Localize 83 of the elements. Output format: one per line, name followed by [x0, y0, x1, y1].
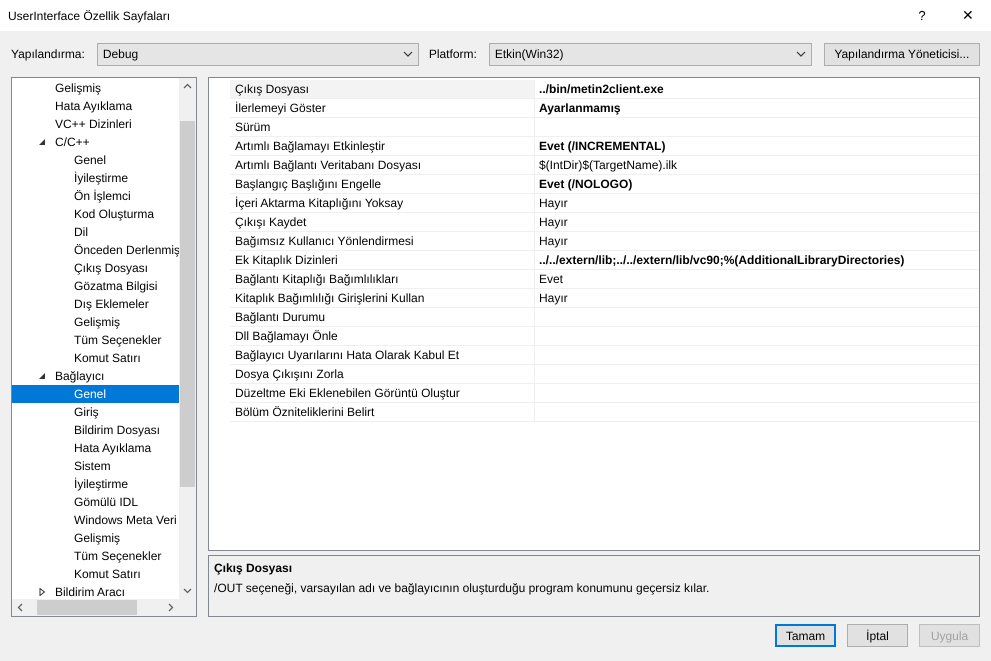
platform-dropdown[interactable]: Etkin(Win32) — [488, 42, 812, 66]
tree-item[interactable]: Giriş — [12, 403, 179, 421]
property-name[interactable]: Bağımsız Kullanıcı Yönlendirmesi — [230, 232, 534, 251]
tree-item[interactable]: Tüm Seçenekler — [12, 331, 179, 349]
empty-value-cell[interactable] — [534, 346, 979, 365]
empty-value-cell[interactable] — [534, 118, 979, 137]
property-value[interactable]: $(IntDir)$(TargetName).ilk — [534, 156, 979, 175]
expanded-triangle-icon[interactable] — [38, 138, 46, 146]
property-value[interactable]: ../../extern/lib;../../extern/lib/vc90;%(AdditionalLibraryDirectories) — [534, 251, 979, 270]
property-name[interactable]: Düzeltme Eki Eklenebilen Görüntü Oluştur — [230, 384, 534, 403]
property-name[interactable]: Artımlı Bağlantı Veritabanı Dosyası — [230, 156, 534, 175]
property-value[interactable]: Evet (/INCREMENTAL) — [534, 137, 979, 156]
tree-item[interactable]: İyileştirme — [12, 169, 179, 187]
tree-item[interactable]: Gelişmiş — [12, 529, 179, 547]
tree-item[interactable]: Hata Ayıklama — [12, 439, 179, 457]
configuration-manager-button[interactable]: Yapılandırma Yöneticisi... — [824, 42, 980, 66]
tree-item[interactable]: Bildirim Aracı — [12, 583, 179, 599]
platform-label: Platform: — [428, 46, 477, 63]
empty-value-cell[interactable] — [534, 384, 979, 403]
property-name[interactable]: Bölüm Özniteliklerini Belirt — [230, 403, 534, 422]
tree-item[interactable]: Komut Satırı — [12, 565, 179, 583]
dialog-button[interactable]: Tamam — [775, 624, 836, 647]
property-name[interactable]: Artımlı Bağlamayı Etkinleştir — [230, 137, 534, 156]
tree-item[interactable]: Kod Oluşturma — [12, 205, 179, 223]
property-name[interactable]: Bağlantı Durumu — [230, 308, 534, 327]
close-button[interactable]: ✕ — [945, 0, 991, 31]
property-value[interactable]: Hayır — [534, 213, 979, 232]
tree-item[interactable]: Gözatma Bilgisi — [12, 277, 179, 295]
description-text: /OUT seçeneği, varsayılan adı ve bağlayıcının oluşturduğu program konumunu geçersiz kılar. — [214, 580, 710, 598]
property-name[interactable]: Bağlayıcı Uyarılarını Hata Olarak Kabul Et — [230, 346, 534, 365]
horizontal-scrollbar[interactable] — [12, 599, 196, 616]
property-name[interactable]: Ek Kitaplık Dizinleri — [230, 251, 534, 270]
tree-item[interactable]: Windows Meta Veri — [12, 511, 179, 529]
scrollbar-thumb[interactable] — [180, 121, 195, 487]
tree-item[interactable]: Bildirim Dosyası — [12, 421, 179, 439]
property-value[interactable]: Hayır — [534, 232, 979, 251]
tree-item[interactable]: Bağlayıcı — [12, 367, 179, 385]
scrollbar-thumb[interactable] — [37, 600, 137, 615]
property-name[interactable]: Dosya Çıkışını Zorla — [230, 365, 534, 384]
property-value[interactable]: Evet — [534, 270, 979, 289]
property-name[interactable]: Bağlantı Kitaplığı Bağımlılıkları — [230, 270, 534, 289]
tree-item[interactable]: C/C++ — [12, 133, 179, 151]
property-name[interactable]: Sürüm — [230, 118, 534, 137]
tree-item[interactable]: Ön İşlemci — [12, 187, 179, 205]
expanded-triangle-icon[interactable] — [38, 372, 46, 380]
tree-item[interactable]: Çıkış Dosyası — [12, 259, 179, 277]
empty-value-cell[interactable] — [534, 403, 979, 422]
tree-item[interactable]: İyileştirme — [12, 475, 179, 493]
property-name[interactable]: Dll Bağlamayı Önle — [230, 327, 534, 346]
description-title: Çıkış Dosyası — [214, 560, 294, 578]
tree-item[interactable]: Hata Ayıklama — [12, 97, 179, 115]
property-value[interactable]: ../bin/metin2client.exe — [534, 80, 979, 99]
property-name[interactable]: Çıkışı Kaydet — [230, 213, 534, 232]
empty-value-cell[interactable] — [534, 365, 979, 384]
collapsed-triangle-icon[interactable] — [38, 588, 46, 596]
empty-value-cell[interactable] — [534, 327, 979, 346]
tree-item[interactable]: Tüm Seçenekler — [12, 547, 179, 565]
tree-item[interactable]: Dış Eklemeler — [12, 295, 179, 313]
tree-item[interactable]: Sistem — [12, 457, 179, 475]
dialog-button[interactable]: İptal — [847, 624, 908, 647]
tree-item[interactable]: Genel — [12, 151, 179, 169]
property-name[interactable]: İçeri Aktarma Kitaplığını Yoksay — [230, 194, 534, 213]
property-name[interactable]: İlerlemeyi Göster — [230, 99, 534, 118]
tree-item[interactable]: Gelişmiş — [12, 313, 179, 331]
tree-item[interactable]: Gelişmiş — [12, 79, 179, 97]
vertical-scrollbar[interactable] — [179, 78, 196, 599]
window-title: UserInterface Özellik Sayfaları — [8, 8, 172, 24]
property-value[interactable]: Ayarlanmamış — [534, 99, 979, 118]
tree-item[interactable]: VC++ Dizinleri — [12, 115, 179, 133]
property-name[interactable]: Çıkış Dosyası — [230, 80, 534, 99]
tree-item[interactable]: Komut Satırı — [12, 349, 179, 367]
empty-value-cell[interactable] — [534, 308, 979, 327]
help-button[interactable]: ? — [899, 0, 945, 31]
tree-item[interactable]: Dil — [12, 223, 179, 241]
tree-item[interactable]: Gömülü IDL — [12, 493, 179, 511]
property-name[interactable]: Başlangıç Başlığını Engelle — [230, 175, 534, 194]
configuration-label: Yapılandırma: — [11, 46, 85, 63]
property-value[interactable]: Hayır — [534, 194, 979, 213]
property-value[interactable]: Hayır — [534, 289, 979, 308]
property-value[interactable]: Evet (/NOLOGO) — [534, 175, 979, 194]
configuration-dropdown[interactable]: Debug — [96, 42, 419, 66]
tree-item[interactable]: Genel — [12, 385, 179, 403]
property-name[interactable]: Kitaplık Bağımlılığı Girişlerini Kullan — [230, 289, 534, 308]
